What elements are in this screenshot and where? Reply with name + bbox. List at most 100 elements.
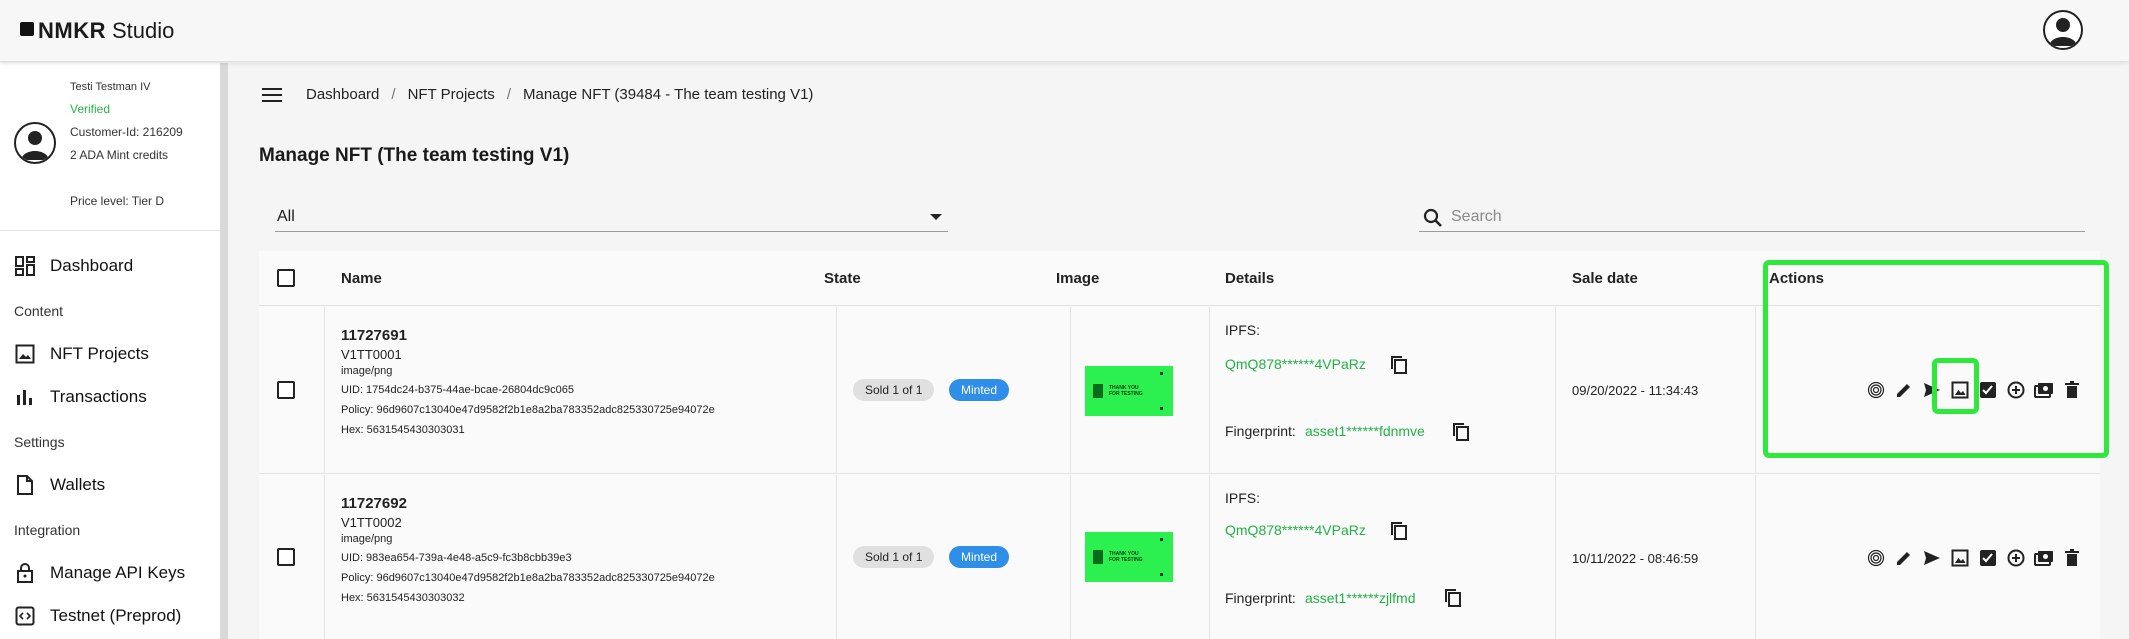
table-header: Name State Image Details Sale date Actio… <box>259 251 2100 306</box>
sidebar-section-content: Content <box>14 303 64 319</box>
nft-table: Name State Image Details Sale date Actio… <box>259 251 2100 639</box>
ipfs-link[interactable]: QmQ878******4VPaRz <box>1225 356 1366 372</box>
delete-icon[interactable] <box>2062 380 2082 400</box>
nft-policy: Policy: 96d9607c13040e47d9582f2b1e8a2ba7… <box>341 572 715 584</box>
select-all-checkbox[interactable] <box>277 269 295 287</box>
brand-suffix: Studio <box>112 18 175 43</box>
bar-chart-icon <box>14 386 36 408</box>
copy-icon[interactable] <box>1390 355 1408 375</box>
send-icon[interactable] <box>1922 380 1942 400</box>
app-header: NMKR Studio <box>0 0 2129 62</box>
breadcrumb-current: Manage NFT (39484 - The team testing V1) <box>522 86 814 103</box>
col-sale-date[interactable]: Sale date <box>1572 270 1638 287</box>
sidebar-item-label: Manage API Keys <box>50 563 186 582</box>
check-list-icon[interactable] <box>1978 548 1998 568</box>
col-image: Image <box>1056 270 1100 287</box>
nmkr-logo-icon <box>20 22 34 36</box>
document-icon <box>14 474 36 496</box>
add-circle-icon[interactable] <box>2006 548 2026 568</box>
account-avatar-icon[interactable] <box>2043 10 2083 50</box>
sidebar-item-nft-projects[interactable]: NFT Projects <box>14 343 149 365</box>
nft-name: V1TT0002 <box>341 515 402 530</box>
ipfs-label: IPFS: <box>1225 322 1261 338</box>
breadcrumb-dashboard[interactable]: Dashboard <box>306 86 379 103</box>
search-input[interactable] <box>1451 206 2051 228</box>
payment-icon[interactable] <box>2034 380 2054 400</box>
lock-icon <box>14 562 36 584</box>
customer-id: Customer-Id: 216209 <box>70 125 183 139</box>
dashboard-icon <box>14 255 36 277</box>
check-list-icon[interactable] <box>1978 380 1998 400</box>
breadcrumb-nft-projects[interactable]: NFT Projects <box>408 86 495 103</box>
fingerprint-label: Fingerprint: <box>1225 590 1296 606</box>
sale-date: 10/11/2022 - 08:46:59 <box>1572 551 1699 566</box>
user-avatar-icon <box>14 122 56 164</box>
fingerprint-link[interactable]: asset1******fdnmve <box>1305 423 1425 439</box>
profile-card: Testi Testman IV Verified Customer-Id: 2… <box>0 63 220 231</box>
edit-icon[interactable] <box>1894 380 1914 400</box>
nft-uid: UID: 1754dc24-b375-44ae-bcae-26804dc9c06… <box>341 384 575 396</box>
nft-thumbnail[interactable]: THANK YOU FOR TESTING <box>1085 366 1173 416</box>
add-circle-icon[interactable] <box>2006 380 2026 400</box>
sidebar-item-dashboard[interactable]: Dashboard <box>14 255 133 277</box>
row-checkbox[interactable] <box>277 548 295 566</box>
nft-mime: image/png <box>341 365 393 377</box>
trophy-graphic <box>1093 384 1103 398</box>
edit-icon[interactable] <box>1894 548 1914 568</box>
sidebar-item-label: Wallets <box>50 475 106 494</box>
nft-uid: UID: 983ea654-739a-4e48-a5c9-fc3b8cbb39e… <box>341 552 572 564</box>
row-actions <box>1866 548 2082 568</box>
payment-icon[interactable] <box>2034 548 2054 568</box>
sidebar-item-testnet[interactable]: Testnet (Preprod) <box>14 605 181 627</box>
fingerprint-icon[interactable] <box>1866 380 1886 400</box>
nft-mime: image/png <box>341 533 393 545</box>
thumbnail-text: THANK YOU FOR TESTING <box>1109 385 1143 397</box>
sidebar-item-label: Transactions <box>50 387 147 406</box>
nft-id[interactable]: 11727692 <box>341 495 407 512</box>
menu-icon[interactable] <box>262 88 282 102</box>
copy-icon[interactable] <box>1390 521 1408 541</box>
sidebar-item-transactions[interactable]: Transactions <box>14 386 147 408</box>
fingerprint-icon[interactable] <box>1866 548 1886 568</box>
nft-policy: Policy: 96d9607c13040e47d9582f2b1e8a2ba7… <box>341 404 715 416</box>
image-icon[interactable] <box>1950 548 1970 568</box>
fingerprint-link[interactable]: asset1******zjlfmd <box>1305 590 1416 606</box>
filter-selected-value: All <box>277 208 295 225</box>
send-icon[interactable] <box>1922 548 1942 568</box>
col-name[interactable]: Name <box>341 270 382 287</box>
nft-id[interactable]: 11727691 <box>341 327 407 344</box>
thumbnail-text: THANK YOU FOR TESTING <box>1109 551 1143 563</box>
col-state[interactable]: State <box>824 270 861 287</box>
sidebar-item-label: Testnet (Preprod) <box>50 606 182 625</box>
sidebar-section-settings: Settings <box>14 434 65 450</box>
trophy-graphic <box>1093 550 1103 564</box>
state-filter-select[interactable]: All <box>275 204 948 232</box>
mint-credits: 2 ADA Mint credits <box>70 148 169 162</box>
nft-name: V1TT0001 <box>341 347 402 362</box>
copy-icon[interactable] <box>1444 588 1462 608</box>
col-details: Details <box>1225 270 1275 287</box>
fingerprint-label: Fingerprint: <box>1225 423 1296 439</box>
ipfs-link[interactable]: QmQ878******4VPaRz <box>1225 522 1366 538</box>
table-row: 11727692 V1TT0002 image/png UID: 983ea65… <box>259 475 2100 639</box>
sidebar-section-integration: Integration <box>14 522 81 538</box>
price-level: Price level: Tier D <box>70 194 165 208</box>
profile-name: Testi Testman IV <box>70 81 151 93</box>
image-icon[interactable] <box>1950 380 1970 400</box>
delete-icon[interactable] <box>2062 548 2082 568</box>
row-actions <box>1866 380 2082 400</box>
nft-hex: Hex: 5631545430303032 <box>341 592 465 604</box>
image-icon <box>14 343 36 365</box>
row-checkbox[interactable] <box>277 381 295 399</box>
brand-logo[interactable]: NMKR Studio <box>20 18 174 44</box>
nft-thumbnail[interactable]: THANK YOU FOR TESTING <box>1085 532 1173 582</box>
col-actions: Actions <box>1769 270 1825 287</box>
sidebar-item-api-keys[interactable]: Manage API Keys <box>14 562 185 584</box>
sidebar-item-wallets[interactable]: Wallets <box>14 474 105 496</box>
status-badge: Minted <box>949 546 1010 568</box>
chevron-down-icon <box>930 214 942 220</box>
copy-icon[interactable] <box>1452 422 1470 442</box>
search-field[interactable] <box>1419 204 2085 232</box>
breadcrumb-separator: / <box>506 86 511 103</box>
code-icon <box>14 605 36 627</box>
